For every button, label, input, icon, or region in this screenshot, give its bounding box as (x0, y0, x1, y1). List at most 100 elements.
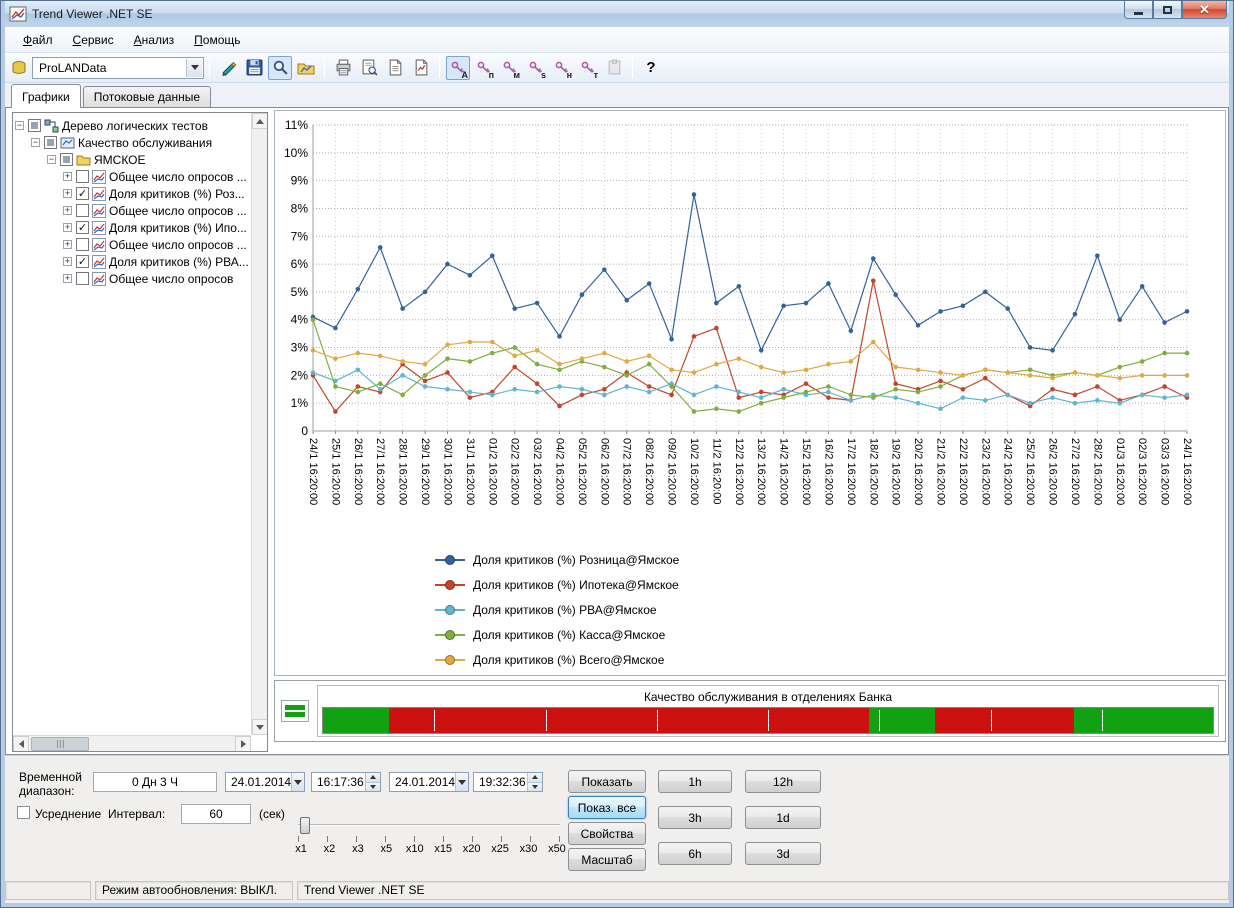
tree-item[interactable]: +✓Доля критиков (%) Роз... (15, 185, 249, 202)
slider-label: x25 (489, 843, 511, 855)
tree-item[interactable]: +Общее число опросов ... (15, 168, 249, 185)
spin-up-button[interactable] (527, 773, 542, 782)
menu-file[interactable]: Файл (13, 29, 63, 51)
tree-vertical-scrollbar[interactable] (251, 113, 267, 735)
spin-up-button[interactable] (365, 773, 380, 782)
trend-chart[interactable]: 01%2%3%4%5%6%7%8%9%10%11%24/1 16:20:0025… (279, 113, 1213, 537)
scroll-down-button[interactable] (252, 719, 268, 735)
date-to-value: 24.01.2014 (395, 775, 455, 789)
scale-button[interactable]: Масштаб (568, 848, 646, 871)
tree-item[interactable]: − Качество обслуживания (15, 134, 249, 151)
tree-item[interactable]: +Общее число опросов ... (15, 202, 249, 219)
datasource-combo[interactable]: ProLANData (32, 57, 204, 79)
scroll-up-button[interactable] (252, 113, 268, 129)
expand-icon[interactable]: + (63, 223, 72, 232)
tree-item[interactable]: − ЯМСКОЕ (15, 151, 249, 168)
item-checkbox[interactable] (76, 238, 89, 251)
date-from-picker[interactable]: 24.01.2014 (225, 772, 305, 792)
scroll-left-button[interactable] (13, 736, 29, 752)
item-checkbox[interactable] (28, 119, 41, 132)
show-all-button[interactable]: Показ. все (568, 796, 646, 819)
spin-down-button[interactable] (365, 782, 380, 792)
key-a-button[interactable]: А (446, 56, 470, 80)
print-preview-button[interactable] (357, 56, 381, 80)
svg-text:26/2 16:20:00: 26/2 16:20:00 (1047, 438, 1059, 505)
copy-button[interactable] (602, 56, 626, 80)
expand-icon[interactable]: + (63, 257, 72, 266)
maximize-button[interactable] (1153, 1, 1182, 19)
expand-icon[interactable]: + (63, 274, 72, 283)
item-checkbox[interactable] (60, 153, 73, 166)
date-from-dropdown[interactable] (291, 773, 304, 791)
slider-track[interactable] (298, 824, 560, 826)
tree-item[interactable]: +✓Доля критиков (%) РВА... (15, 253, 249, 270)
item-checkbox[interactable]: ✓ (76, 187, 89, 200)
zoom-button[interactable] (268, 56, 292, 80)
show-button[interactable]: Показать (568, 770, 646, 793)
edit-button[interactable] (216, 56, 240, 80)
tree-item[interactable]: +✓Доля критиков (%) Ипо... (15, 219, 249, 236)
save-button[interactable] (242, 56, 266, 80)
interval-field[interactable]: 60 (181, 804, 251, 824)
combo-dropdown-button[interactable] (186, 59, 202, 77)
collapse-icon[interactable]: − (15, 121, 24, 130)
quick-12h-button[interactable]: 12h (745, 770, 821, 793)
item-checkbox[interactable] (44, 136, 57, 149)
key-p-button[interactable]: п (472, 56, 496, 80)
item-checkbox[interactable]: ✓ (76, 221, 89, 234)
report-button[interactable] (383, 56, 407, 80)
help-button[interactable]: ? (639, 56, 663, 80)
quality-indicator-icon[interactable] (281, 700, 309, 722)
report2-button[interactable] (409, 56, 433, 80)
quick-3d-button[interactable]: 3d (745, 842, 821, 865)
scrollbar-thumb[interactable] (31, 737, 89, 751)
tree-item[interactable]: − Дерево логических тестов (15, 117, 249, 134)
chart-icon (92, 238, 106, 252)
minimize-button[interactable] (1124, 1, 1153, 19)
item-checkbox[interactable] (76, 170, 89, 183)
key-t-button[interactable]: т (576, 56, 600, 80)
time-from-spinner[interactable]: 16:17:36 (311, 772, 381, 792)
quick-1d-button[interactable]: 1d (745, 806, 821, 829)
menu-help[interactable]: Помощь (184, 29, 250, 51)
scroll-right-button[interactable] (235, 736, 251, 752)
key-n-button[interactable]: н (550, 56, 574, 80)
print-button[interactable] (331, 56, 355, 80)
key-s-button[interactable]: s (524, 56, 548, 80)
quick-3h-button[interactable]: 3h (658, 806, 732, 829)
quality-bar[interactable] (322, 707, 1214, 734)
title-bar[interactable]: Trend Viewer .NET SE ✕ (5, 1, 1229, 27)
range-value-field[interactable]: 0 Дн 3 Ч (93, 772, 217, 792)
date-to-dropdown[interactable] (455, 773, 468, 791)
tab-graphs[interactable]: Графики (11, 84, 81, 108)
properties-button[interactable]: Свойства (568, 822, 646, 845)
expand-icon[interactable]: + (63, 206, 72, 215)
date-to-picker[interactable]: 24.01.2014 (389, 772, 469, 792)
menu-analysis[interactable]: Анализ (124, 29, 185, 51)
item-checkbox[interactable] (76, 204, 89, 217)
quick-6h-button[interactable]: 6h (658, 842, 732, 865)
key-m-button[interactable]: м (498, 56, 522, 80)
svg-text:26/1 16:20:00: 26/1 16:20:00 (352, 438, 364, 505)
open-chart-button[interactable] (294, 56, 318, 80)
collapse-icon[interactable]: − (47, 155, 56, 164)
tab-stream-data[interactable]: Потоковые данные (83, 86, 211, 108)
expand-icon[interactable]: + (63, 189, 72, 198)
tree-item[interactable]: +Общее число опросов (15, 270, 249, 287)
collapse-icon[interactable]: − (31, 138, 40, 147)
expand-icon[interactable]: + (63, 172, 72, 181)
menu-service[interactable]: Сервис (63, 29, 124, 51)
averaging-checkbox[interactable] (17, 806, 30, 819)
close-button[interactable]: ✕ (1182, 1, 1227, 19)
expand-icon[interactable]: + (63, 240, 72, 249)
slider-thumb[interactable] (300, 817, 310, 834)
interval-slider[interactable]: x1 x2 x3 x5 x10 x15 x20 x25 x30 x50 (298, 816, 560, 856)
tree-item[interactable]: +Общее число опросов ... (15, 236, 249, 253)
time-to-spinner[interactable]: 19:32:36 (473, 772, 543, 792)
item-checkbox[interactable] (76, 272, 89, 285)
quick-1h-button[interactable]: 1h (658, 770, 732, 793)
item-checkbox[interactable]: ✓ (76, 255, 89, 268)
spin-down-button[interactable] (527, 782, 542, 792)
tree-horizontal-scrollbar[interactable] (13, 735, 251, 751)
slider-label: x2 (318, 843, 340, 855)
